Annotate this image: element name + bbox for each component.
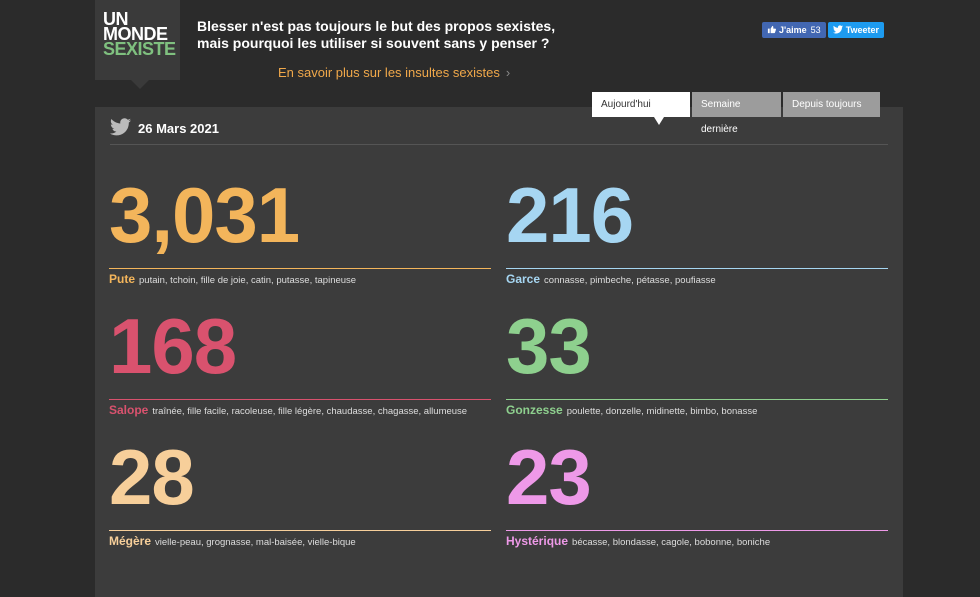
- stat-divider: [109, 399, 491, 400]
- stat-card-garce: 216 Garce connasse, pimbeche, pétasse, po…: [506, 176, 888, 286]
- stat-synonyms: poulette, donzelle, midinette, bimbo, bo…: [566, 406, 758, 417]
- stat-word: Mégère: [109, 534, 152, 548]
- stat-divider: [109, 530, 491, 531]
- twitter-bird-icon: [110, 118, 131, 141]
- learn-more-label: En savoir plus sur les insultes sexistes: [278, 65, 500, 80]
- stat-synonyms: bécasse, blondasse, cagole, bobonne, bon…: [572, 537, 771, 548]
- tab-last-week[interactable]: Semaine dernière: [692, 92, 781, 135]
- stat-count: 3,031: [109, 171, 300, 259]
- facebook-like-label: J'aime: [779, 25, 807, 35]
- tweet-label: Tweeter: [845, 25, 880, 35]
- twitter-bird-icon: [832, 24, 843, 36]
- learn-more-link[interactable]: En savoir plus sur les insultes sexistes…: [278, 65, 510, 80]
- stat-card-hysterique: 23 Hystérique bécasse, blondasse, cagole,…: [506, 438, 888, 548]
- stat-word: Salope: [109, 403, 149, 417]
- thumbs-up-icon: [767, 25, 776, 36]
- stat-count: 216: [506, 171, 634, 259]
- chevron-right-icon: ›: [505, 65, 511, 80]
- stat-divider: [506, 530, 888, 531]
- stat-label: Salope traînée, fille facile, racoleuse, …: [109, 403, 491, 417]
- stat-divider: [506, 268, 888, 269]
- current-date: 26 Mars 2021: [138, 121, 219, 136]
- facebook-like-count: 53: [810, 25, 821, 35]
- stat-word: Gonzesse: [506, 403, 563, 417]
- tab-all-time[interactable]: Depuis toujours: [783, 92, 880, 117]
- stat-count: 33: [506, 302, 592, 390]
- stat-card-gonzesse: 33 Gonzesse poulette, donzelle, midinette…: [506, 307, 888, 417]
- stat-synonyms: putain, tchoin, fille de joie, catin, pu…: [139, 275, 357, 286]
- facebook-like-button[interactable]: J'aime 53: [762, 22, 826, 38]
- tab-today[interactable]: Aujourd'hui: [592, 92, 690, 125]
- date-header: 26 Mars 2021: [110, 118, 888, 145]
- stat-divider: [109, 268, 491, 269]
- stat-word: Pute: [109, 272, 136, 286]
- stat-card-megere: 28 Mégère vielle-peau, grognasse, mal-bai…: [109, 438, 491, 548]
- stat-label: Garce connasse, pimbeche, pétasse, poufia…: [506, 272, 888, 286]
- tagline: Blesser n'est pas toujours le but des pr…: [197, 18, 556, 51]
- stat-divider: [506, 399, 888, 400]
- stat-card-pute: 3,031 Pute putain, tchoin, fille de joie,…: [109, 176, 491, 286]
- stat-synonyms: vielle-peau, grognasse, mal-baisée, viel…: [155, 537, 356, 548]
- stat-word: Garce: [506, 272, 541, 286]
- stat-card-salope: 168 Salope traînée, fille facile, racoleu…: [109, 307, 491, 417]
- stat-label: Gonzesse poulette, donzelle, midinette, b…: [506, 403, 888, 417]
- stat-label: Pute putain, tchoin, fille de joie, catin…: [109, 272, 491, 286]
- social-buttons: J'aime 53 Tweeter: [762, 22, 885, 38]
- logo-line-3: SEXISTE: [103, 39, 176, 59]
- logo[interactable]: UN MONDE SEXISTE: [95, 0, 180, 89]
- period-tabs: Aujourd'hui Semaine dernière Depuis touj…: [592, 92, 880, 135]
- stat-word: Hystérique: [506, 534, 569, 548]
- stat-count: 28: [109, 433, 195, 521]
- stat-synonyms: traînée, fille facile, racoleuse, fille …: [152, 406, 468, 417]
- stat-synonyms: connasse, pimbeche, pétasse, poufiasse: [544, 275, 716, 286]
- stat-count: 168: [109, 302, 237, 390]
- stat-count: 23: [506, 433, 592, 521]
- stat-label: Hystérique bécasse, blondasse, cagole, bo…: [506, 534, 888, 548]
- stat-label: Mégère vielle-peau, grognasse, mal-baisée…: [109, 534, 491, 548]
- tweet-button[interactable]: Tweeter: [827, 22, 885, 38]
